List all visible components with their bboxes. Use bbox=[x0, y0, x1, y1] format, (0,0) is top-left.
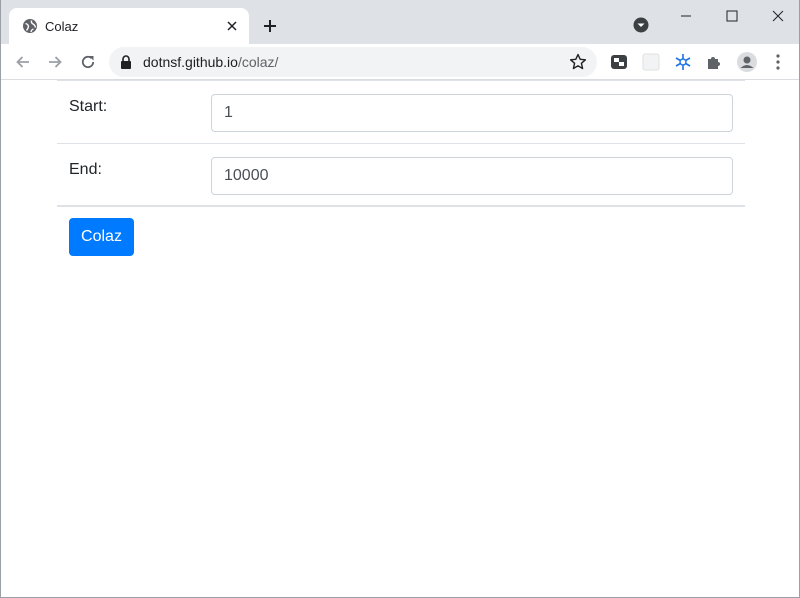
tab-search-icon[interactable] bbox=[633, 17, 649, 33]
url-path: /colaz/ bbox=[237, 54, 279, 70]
forward-arrow-icon[interactable] bbox=[43, 50, 67, 74]
back-arrow-icon[interactable] bbox=[11, 50, 35, 74]
colaz-button[interactable]: Colaz bbox=[69, 218, 134, 256]
url-host: dotnsf.github.io bbox=[143, 54, 238, 70]
url-text: dotnsf.github.io/colaz/ bbox=[143, 54, 278, 70]
page-content: Start: End: Colaz bbox=[1, 80, 799, 597]
tab-title: Colaz bbox=[45, 19, 79, 34]
extension-blank-icon[interactable] bbox=[641, 52, 661, 72]
form-row-end: End: bbox=[57, 144, 745, 207]
range-form-table: Start: End: bbox=[57, 80, 745, 207]
lock-icon[interactable] bbox=[120, 55, 132, 69]
form-row-start: Start: bbox=[57, 81, 745, 144]
minimize-icon[interactable] bbox=[663, 2, 709, 30]
close-window-icon[interactable] bbox=[755, 2, 799, 30]
profile-icon[interactable] bbox=[737, 52, 757, 72]
start-label: Start: bbox=[69, 98, 108, 115]
menu-kebab-icon[interactable] bbox=[768, 52, 788, 72]
extension-app-icon[interactable] bbox=[609, 52, 629, 72]
new-tab-icon[interactable] bbox=[259, 15, 281, 37]
maximize-icon[interactable] bbox=[709, 2, 755, 30]
extension-snowflake-icon[interactable] bbox=[673, 52, 693, 72]
tab-strip: Colaz bbox=[1, 0, 799, 44]
end-input[interactable] bbox=[211, 157, 733, 195]
extensions-icon[interactable] bbox=[704, 52, 724, 72]
end-label: End: bbox=[69, 161, 102, 178]
start-input[interactable] bbox=[211, 94, 733, 132]
tab-close-icon[interactable] bbox=[223, 17, 241, 35]
browser-window: Colaz dotnsf.github.io/colaz/ Start: 1 E… bbox=[0, 0, 800, 598]
address-bar[interactable]: dotnsf.github.io/colaz/ bbox=[109, 47, 597, 77]
reload-icon[interactable] bbox=[76, 50, 100, 74]
star-icon[interactable] bbox=[569, 53, 587, 71]
tab-colaz[interactable]: Colaz bbox=[9, 8, 249, 44]
browser-toolbar: dotnsf.github.io/colaz/ bbox=[1, 44, 799, 80]
globe-icon bbox=[22, 18, 38, 34]
